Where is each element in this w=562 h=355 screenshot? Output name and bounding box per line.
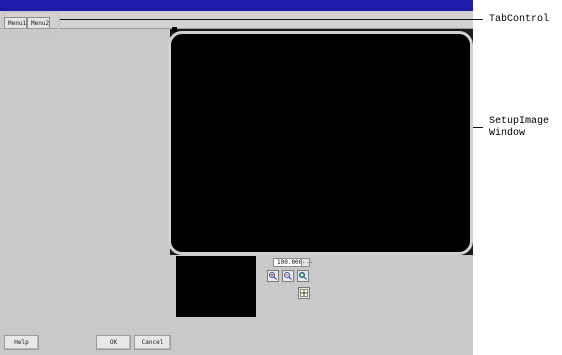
window-title-bar (0, 0, 473, 11)
tab-control-highlight (1, 11, 60, 33)
help-button[interactable]: Help (4, 335, 39, 350)
fit-grid-button[interactable] (298, 287, 310, 299)
fit-grid-icon (300, 289, 308, 297)
setup-image-callout-line (473, 127, 483, 128)
zoom-fit-button[interactable] (297, 270, 309, 282)
tab-control-callout-line (60, 19, 483, 20)
zoom-out-icon (284, 272, 292, 280)
ok-button[interactable]: OK (96, 335, 131, 350)
zoom-out-button[interactable] (282, 270, 294, 282)
tab-control (0, 12, 473, 29)
cancel-button[interactable]: Cancel (134, 335, 171, 350)
zoom-more-button[interactable]: ... (301, 258, 313, 267)
tab-control-callout-label: TabControl (489, 14, 550, 25)
setup-image-callout-label: SetupImage (489, 116, 550, 127)
zoom-fit-icon (299, 272, 307, 280)
zoom-in-icon (269, 272, 277, 280)
setup-image-callout-label-line2: Window (489, 128, 526, 139)
image-thumbnail[interactable] (176, 256, 256, 317)
setup-image-window[interactable] (168, 31, 473, 255)
zoom-in-button[interactable] (267, 270, 279, 282)
